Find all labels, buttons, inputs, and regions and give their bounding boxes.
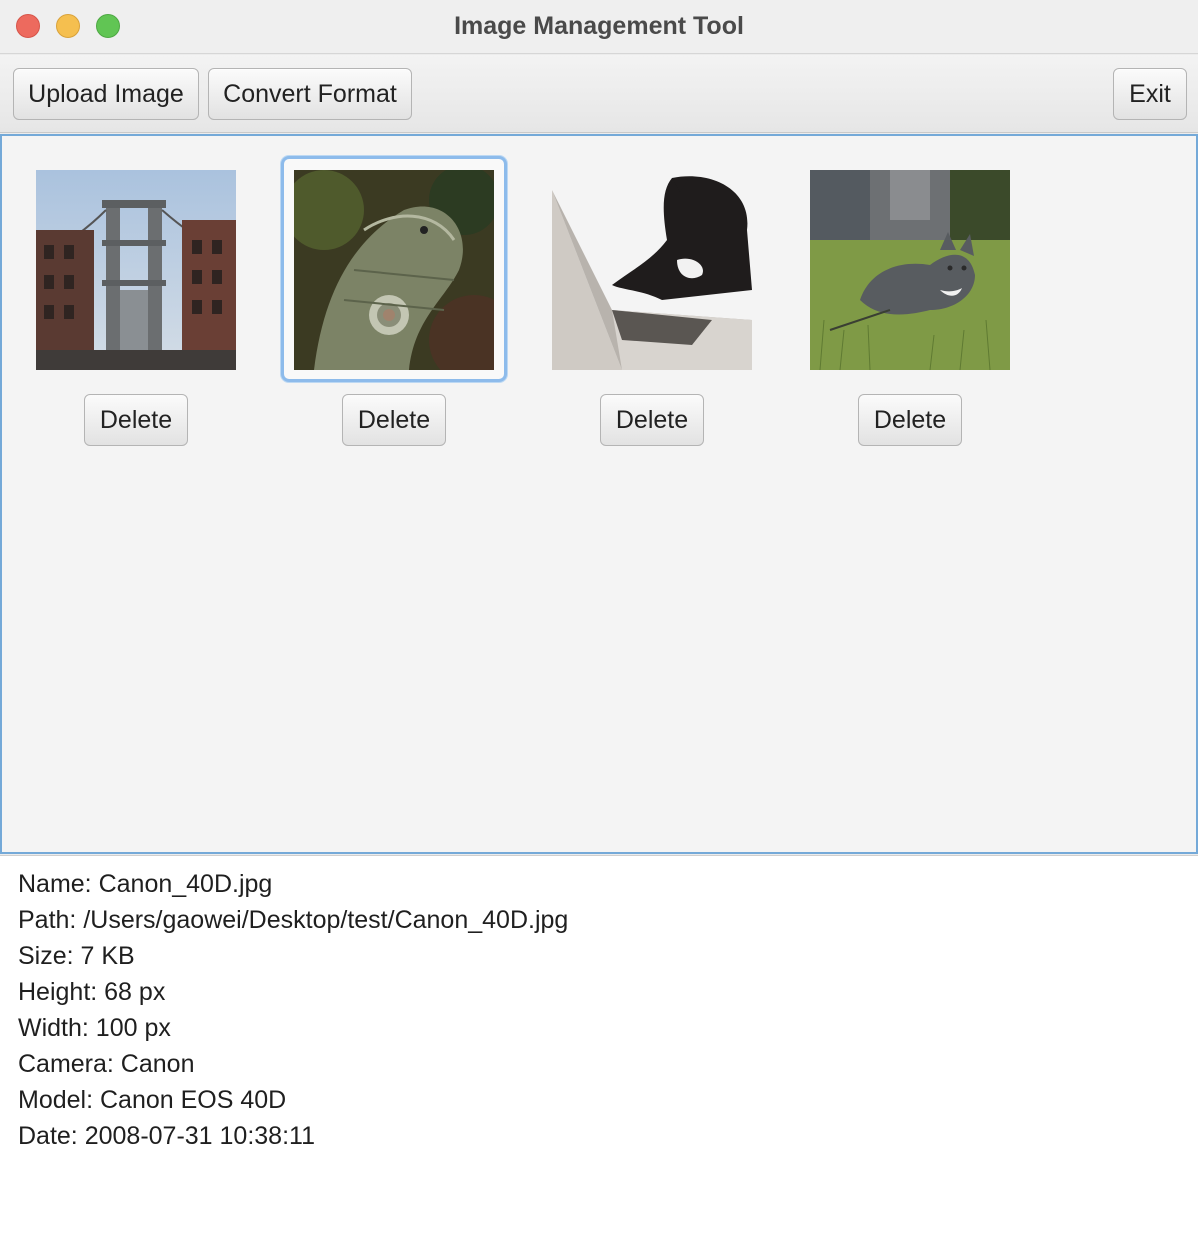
detail-size: Size: 7 KB xyxy=(18,942,135,970)
image-details-panel: Name: Canon_40D.jpg Path: /Users/gaowei/… xyxy=(0,855,1198,1256)
window-title: Image Management Tool xyxy=(454,12,744,40)
thumbnail-frame[interactable] xyxy=(23,156,249,382)
detail-height: Height: 68 px xyxy=(18,978,166,1006)
gallery-item: Delete xyxy=(281,156,507,456)
gallery-item: Delete xyxy=(23,156,249,456)
thumbnail-frame[interactable] xyxy=(539,156,765,382)
delete-button[interactable]: Delete xyxy=(342,394,446,446)
title-bar: Image Management Tool xyxy=(0,0,1198,54)
image-thumbnail[interactable] xyxy=(36,170,236,370)
detail-camera: Camera: Canon xyxy=(18,1050,195,1078)
delete-button[interactable]: Delete xyxy=(600,394,704,446)
detail-name: Name: Canon_40D.jpg xyxy=(18,870,273,898)
upload-image-button[interactable]: Upload Image xyxy=(13,68,199,120)
image-gallery: Delete Delete Delete Delete xyxy=(0,134,1198,854)
detail-date: Date: 2008-07-31 10:38:11 xyxy=(18,1122,315,1150)
gallery-item: Delete xyxy=(797,156,1023,456)
image-thumbnail[interactable] xyxy=(552,170,752,370)
detail-width: Width: 100 px xyxy=(18,1014,171,1042)
thumbnail-frame[interactable] xyxy=(797,156,1023,382)
image-thumbnail[interactable] xyxy=(294,170,494,370)
delete-button[interactable]: Delete xyxy=(858,394,962,446)
delete-button[interactable]: Delete xyxy=(84,394,188,446)
detail-path: Path: /Users/gaowei/Desktop/test/Canon_4… xyxy=(18,906,569,934)
image-thumbnail[interactable] xyxy=(810,170,1010,370)
toolbar: Upload Image Convert Format Exit xyxy=(0,55,1198,133)
gallery-item: Delete xyxy=(539,156,765,456)
thumbnail-frame-selected[interactable] xyxy=(281,156,507,382)
convert-format-button[interactable]: Convert Format xyxy=(208,68,412,120)
app-window: Image Management Tool Upload Image Conve… xyxy=(0,0,1198,1256)
detail-model: Model: Canon EOS 40D xyxy=(18,1086,287,1114)
exit-button[interactable]: Exit xyxy=(1113,68,1187,120)
